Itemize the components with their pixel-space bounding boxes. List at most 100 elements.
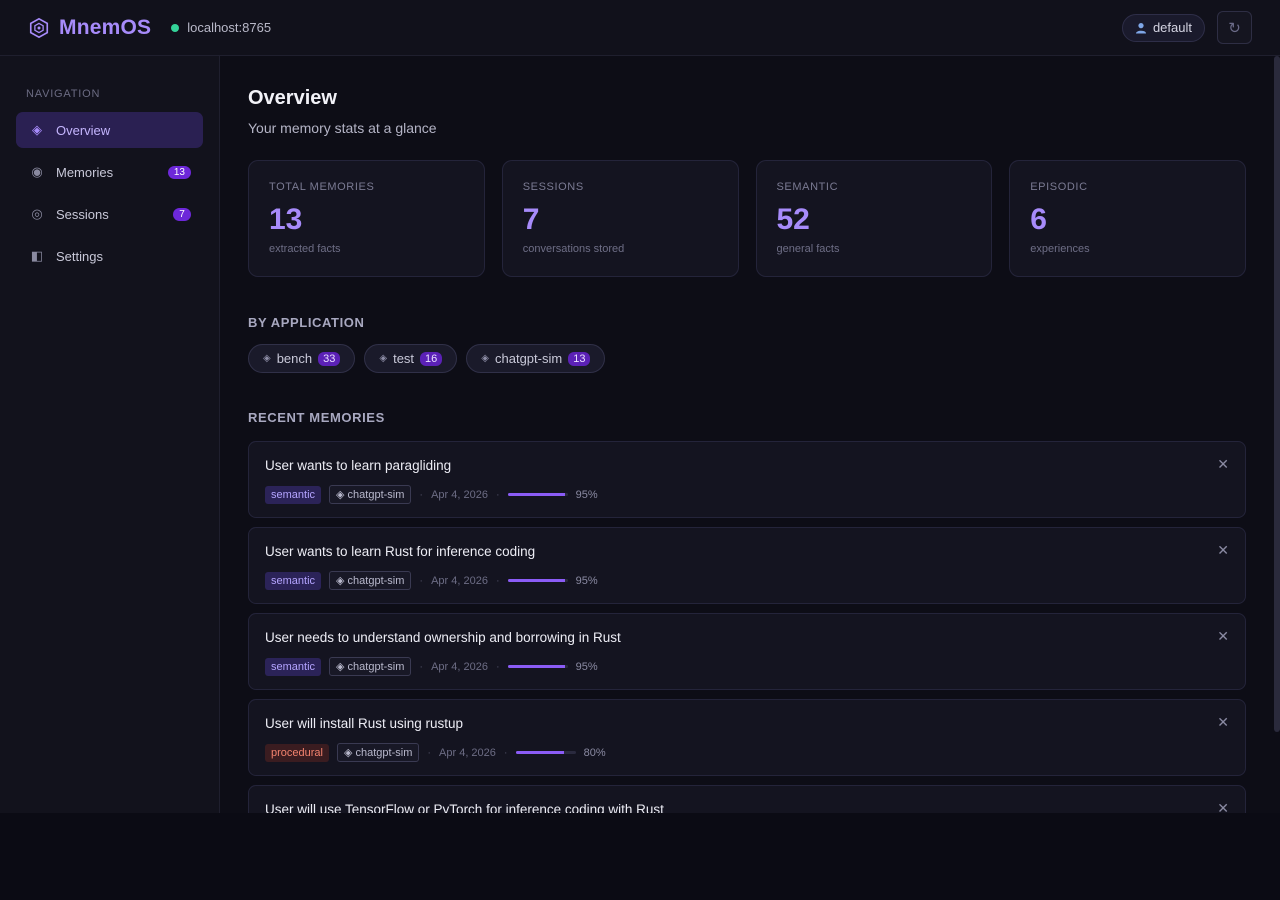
app-chip-label: test	[393, 351, 415, 366]
stat-card-episodic: EPISODIC 6 experiences	[1009, 160, 1246, 277]
confidence-value: 95%	[575, 488, 598, 501]
diamond-icon: ◈	[481, 353, 489, 364]
memory-app-tag[interactable]: ◈ chatgpt-sim	[336, 743, 420, 762]
nav-heading: NAVIGATION	[26, 88, 101, 100]
stat-value: 52	[776, 203, 810, 236]
memory-meta: semantic ◈ chatgpt-sim · Apr 4, 2026 · 95%	[265, 485, 1229, 504]
brand-name: MnemOS	[59, 15, 152, 39]
user-selector[interactable]: default	[1121, 13, 1205, 42]
memory-app-tag[interactable]: ◈ chatgpt-sim	[329, 485, 412, 504]
close-icon[interactable]: ✕	[1217, 542, 1229, 559]
sidebar-item-settings[interactable]: ◧ Settings	[16, 238, 203, 274]
memory-text: User needs to understand ownership and b…	[265, 630, 621, 645]
app-chip-chatgpt-sim[interactable]: ◈ chatgpt-sim 13	[466, 344, 606, 373]
stat-description: extracted facts	[269, 243, 341, 255]
separator-dot: ·	[419, 488, 424, 501]
separator-dot: ·	[427, 746, 432, 759]
sessions-icon: ◎	[31, 206, 43, 221]
sidebar-item-label: Settings	[56, 248, 103, 264]
close-icon[interactable]: ✕	[1217, 456, 1229, 473]
confidence-value: 80%	[583, 746, 606, 759]
top-bar: MnemOS localhost:8765 default ↻	[0, 0, 1280, 56]
memory-card[interactable]: User will install Rust using rustup ✕ proc…	[248, 699, 1246, 776]
hexagon-logo-icon	[29, 17, 49, 38]
diamond-icon: ◈	[336, 661, 348, 673]
memory-type-tag[interactable]: semantic	[265, 657, 322, 676]
memory-app-label: chatgpt-sim	[347, 575, 405, 587]
page-title: Overview	[248, 87, 337, 109]
user-icon	[1135, 22, 1146, 33]
sidebar-item-label: Memories	[56, 164, 114, 180]
sidebar-item-overview[interactable]: ◈ Overview	[16, 112, 203, 148]
close-icon[interactable]: ✕	[1217, 628, 1229, 645]
memories-count-badge: 13	[167, 165, 191, 179]
memory-type-tag[interactable]: procedural	[265, 743, 329, 762]
memory-type-tag[interactable]: semantic	[265, 571, 322, 590]
user-name: default	[1152, 20, 1192, 35]
app-chip-count: 13	[568, 351, 591, 366]
confidence-bar-fill	[507, 665, 565, 668]
stats-row: TOTAL MEMORIES 13 extracted facts SESSIO…	[248, 160, 1246, 277]
memory-date: Apr 4, 2026	[431, 574, 488, 587]
refresh-button[interactable]: ↻	[1217, 11, 1252, 44]
overview-icon: ◈	[32, 122, 42, 137]
memory-card[interactable]: User wants to learn paragliding ✕ semantic…	[248, 441, 1246, 518]
sidebar-item-label: Sessions	[56, 206, 109, 222]
stat-card-sessions: SESSIONS 7 conversations stored	[501, 160, 739, 277]
stat-card-semantic: SEMANTIC 52 general facts	[755, 160, 993, 277]
memories-icon: ◉	[31, 164, 43, 179]
section-title-recent-memories: RECENT MEMORIES	[248, 410, 385, 425]
confidence-value: 95%	[575, 660, 598, 673]
close-icon[interactable]: ✕	[1217, 800, 1229, 813]
confidence-bar-fill	[515, 751, 564, 754]
memory-text: User will install Rust using rustup	[265, 716, 464, 731]
app-chip-bench[interactable]: ◈ bench 33	[248, 344, 356, 373]
application-chips: ◈ bench 33 ◈ test 16 ◈ chatgpt-sim 13	[248, 344, 1246, 373]
confidence-value: 95%	[575, 574, 598, 587]
recent-memories-list: User wants to learn paragliding ✕ semantic…	[248, 441, 1246, 813]
separator-dot: ·	[503, 746, 508, 759]
close-icon[interactable]: ✕	[1217, 714, 1229, 731]
diamond-icon: ◈	[336, 489, 348, 501]
stat-value: 6	[1030, 203, 1047, 236]
memory-app-label: chatgpt-sim	[355, 747, 413, 759]
connection-status: localhost:8765	[171, 20, 271, 35]
memory-meta: procedural ◈ chatgpt-sim · Apr 4, 2026 · 80%	[265, 743, 1229, 762]
confidence-bar-fill	[507, 493, 565, 496]
main-content: Overview Your memory stats at a glance T…	[248, 56, 1246, 813]
app-chip-count: 33	[318, 351, 341, 366]
memory-card[interactable]: User needs to understand ownership and b…	[248, 613, 1246, 690]
memory-app-tag[interactable]: ◈ chatgpt-sim	[329, 571, 412, 590]
host-address: localhost:8765	[187, 20, 272, 35]
separator-dot: ·	[495, 488, 500, 501]
sessions-count-badge: 7	[173, 207, 191, 221]
stat-card-total-memories: TOTAL MEMORIES 13 extracted facts	[248, 160, 485, 277]
memory-text: User wants to learn paragliding	[265, 458, 452, 473]
sidebar-item-label: Overview	[56, 122, 111, 138]
stat-description: conversations stored	[522, 243, 625, 255]
confidence-bar	[507, 493, 568, 496]
logo[interactable]: MnemOS	[28, 16, 151, 40]
memory-card[interactable]: User will use TensorFlow or PyTorch for …	[248, 785, 1246, 813]
sidebar-item-memories[interactable]: ◉ Memories 13	[16, 154, 203, 190]
status-online-icon	[171, 23, 180, 32]
memory-app-tag[interactable]: ◈ chatgpt-sim	[329, 657, 412, 676]
stat-value: 13	[269, 203, 303, 236]
confidence-bar	[515, 751, 576, 754]
confidence-bar	[507, 579, 568, 582]
settings-icon: ◧	[30, 248, 44, 263]
sidebar-item-sessions[interactable]: ◎ Sessions 7	[16, 196, 203, 232]
separator-dot: ·	[419, 660, 424, 673]
memory-app-label: chatgpt-sim	[347, 661, 405, 673]
memory-card[interactable]: User wants to learn Rust for inference c…	[248, 527, 1246, 604]
app-chip-label: chatgpt-sim	[495, 351, 563, 366]
app-chip-test[interactable]: ◈ test 16	[364, 344, 458, 373]
scrollbar[interactable]	[1274, 56, 1280, 732]
app-chip-label: bench	[276, 351, 313, 366]
stat-label: TOTAL MEMORIES	[269, 181, 375, 193]
stat-label: SESSIONS	[522, 181, 584, 193]
memory-text: User will use TensorFlow or PyTorch for …	[265, 802, 664, 813]
memory-meta: semantic ◈ chatgpt-sim · Apr 4, 2026 · 95%	[265, 571, 1229, 590]
memory-type-tag[interactable]: semantic	[265, 485, 322, 504]
diamond-icon: ◈	[263, 353, 271, 364]
